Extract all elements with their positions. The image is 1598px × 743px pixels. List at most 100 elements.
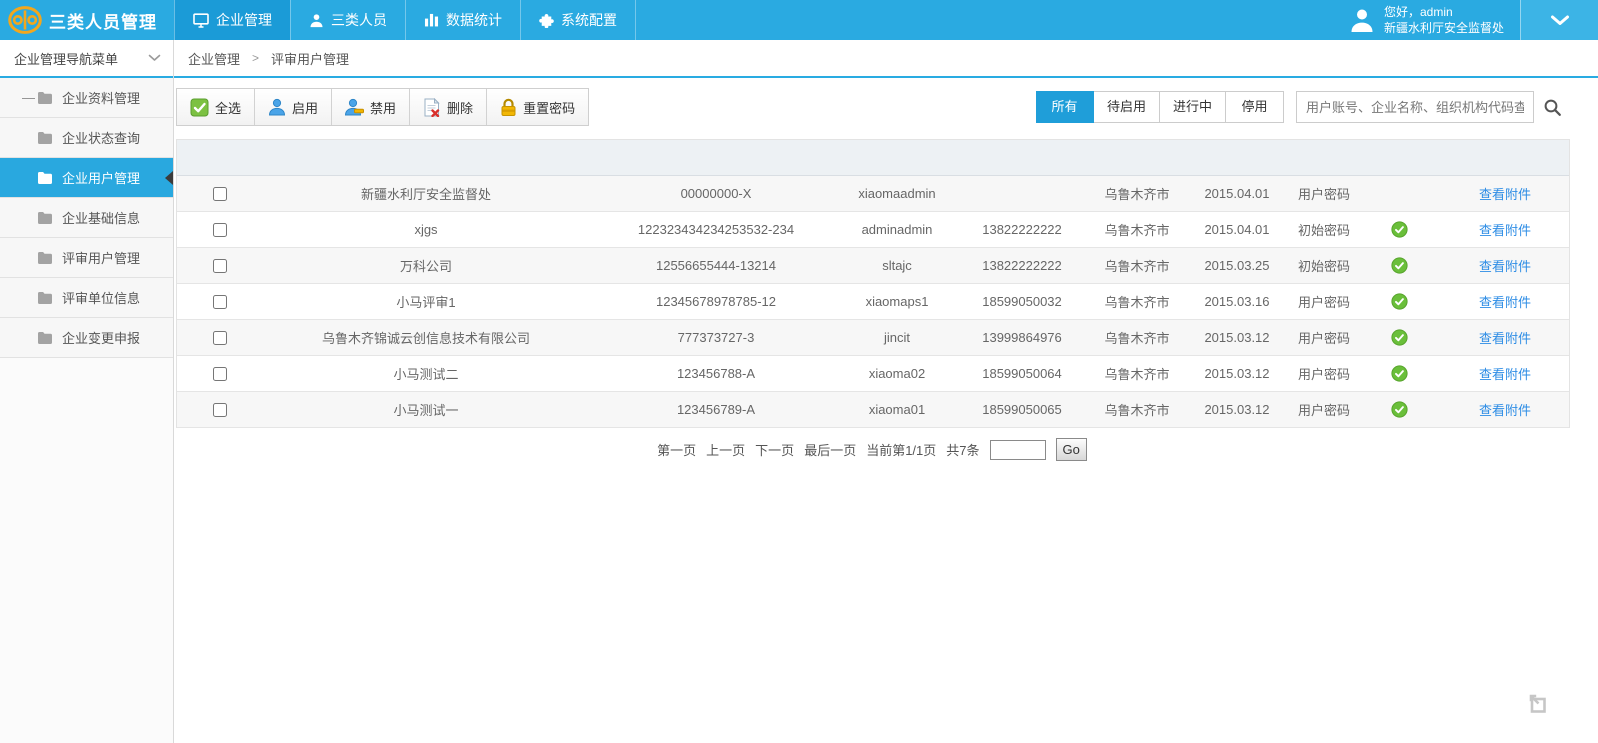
filter-tab[interactable]: 进行中 — [1160, 91, 1226, 123]
table-row: 小马测试一 123456789-A xiaoma01 18599050065 乌… — [177, 392, 1569, 428]
row-checkbox[interactable] — [213, 223, 227, 237]
sidebar-header[interactable]: 企业管理导航菜单 — [0, 40, 173, 78]
view-attachment-link[interactable]: 查看附件 — [1479, 403, 1531, 418]
folder-icon — [37, 91, 53, 104]
view-attachment-link[interactable]: 查看附件 — [1479, 331, 1531, 346]
pagination-first[interactable]: 第一页 — [657, 440, 696, 459]
toolbar-button-label: 重置密码 — [523, 98, 575, 117]
breadcrumb-current: 评审用户管理 — [271, 49, 349, 68]
filter-tab[interactable]: 停用 — [1226, 91, 1284, 123]
puzzle-icon — [539, 13, 554, 28]
top-nav-item-label: 三类人员 — [331, 10, 387, 30]
top-nav: 企业管理 三类人员 数据统计 系统配置 — [174, 0, 636, 40]
cell-pwd-status: 用户密码 — [1291, 392, 1357, 428]
pagination-total: 共7条 — [946, 440, 979, 459]
tree-expand-indicator: — — [22, 90, 37, 105]
cell-org-code: 122323434234253532-234 — [591, 212, 841, 248]
row-checkbox[interactable] — [213, 259, 227, 273]
go-button[interactable]: Go — [1056, 438, 1087, 461]
search-box — [1296, 91, 1570, 123]
user-greeting: 您好，admin — [1384, 4, 1504, 20]
cell-region: 乌鲁木齐市 — [1091, 392, 1183, 428]
table-column-header — [1357, 140, 1441, 176]
pagination-prev[interactable]: 上一页 — [706, 440, 745, 459]
toolbar-button-label: 禁用 — [370, 98, 396, 117]
toolbar-button[interactable]: 重置密码 — [487, 89, 588, 125]
collapse-corner-icon[interactable] — [1527, 692, 1548, 713]
filter-tab[interactable]: 待启用 — [1094, 91, 1160, 123]
cell-phone: 13999864976 — [953, 320, 1091, 356]
cell-phone: 13822222222 — [953, 248, 1091, 284]
table-column-header — [591, 140, 841, 176]
app-logo: 三类人员管理 — [0, 0, 174, 40]
row-checkbox[interactable] — [213, 331, 227, 345]
cell-reg-date: 2015.04.01 — [1183, 212, 1291, 248]
folder-icon — [37, 251, 53, 264]
view-attachment-link[interactable]: 查看附件 — [1479, 367, 1531, 382]
pagination-current: 当前第1/1页 — [866, 440, 936, 459]
page-number-input[interactable] — [990, 440, 1046, 460]
sidebar-item[interactable]: 企业状态查询 — [0, 118, 173, 158]
toolbar-button[interactable]: 禁用 — [332, 89, 410, 125]
view-attachment-link[interactable]: 查看附件 — [1479, 223, 1531, 238]
row-checkbox[interactable] — [213, 295, 227, 309]
topbar-right: 您好，admin 新疆水利厅安全监督处 — [1349, 0, 1598, 40]
folder-icon — [37, 171, 53, 184]
filter-tab[interactable]: 所有 — [1036, 91, 1094, 123]
table-column-header — [1091, 140, 1183, 176]
toolbar-button[interactable]: 删除 — [410, 89, 487, 125]
chevron-down-icon — [148, 54, 161, 62]
view-attachment-link[interactable]: 查看附件 — [1479, 187, 1531, 202]
registered-check-icon — [1391, 365, 1408, 382]
sidebar-item[interactable]: 企业变更申报 — [0, 318, 173, 358]
cell-org-code: 12556655444-13214 — [591, 248, 841, 284]
sidebar-item[interactable]: 企业用户管理 — [0, 158, 173, 198]
top-nav-item-label: 企业管理 — [216, 10, 272, 30]
toolbar-button[interactable]: 启用 — [255, 89, 332, 125]
table-row: 小马评审1 12345678978785-12 xiaomaps1 185990… — [177, 284, 1569, 320]
toolbar-button-label: 删除 — [447, 98, 473, 117]
cell-account: jincit — [841, 320, 953, 356]
toolbar-button[interactable]: 全选 — [177, 89, 255, 125]
registered-check-icon — [1391, 221, 1408, 238]
user-menu-toggle[interactable] — [1520, 0, 1598, 40]
table-column-header — [177, 140, 261, 176]
view-attachment-link[interactable]: 查看附件 — [1479, 295, 1531, 310]
breadcrumb-parent[interactable]: 企业管理 — [188, 49, 240, 68]
top-nav-item[interactable]: 数据统计 — [405, 0, 520, 40]
cell-reg-date: 2015.03.12 — [1183, 356, 1291, 392]
view-attachment-link[interactable]: 查看附件 — [1479, 259, 1531, 274]
cell-pwd-status: 初始密码 — [1291, 248, 1357, 284]
disable-user-icon — [345, 98, 364, 116]
sidebar-item[interactable]: 评审单位信息 — [0, 278, 173, 318]
cell-account: adminadmin — [841, 212, 953, 248]
table-column-header — [1183, 140, 1291, 176]
sidebar-item[interactable]: 企业基础信息 — [0, 198, 173, 238]
cell-reg-date: 2015.04.01 — [1183, 176, 1291, 212]
sidebar-item[interactable]: — 企业资料管理 — [0, 78, 173, 118]
user-block[interactable]: 您好，admin 新疆水利厅安全监督处 — [1349, 0, 1520, 40]
toolbar-button-label: 全选 — [215, 98, 241, 117]
cell-region: 乌鲁木齐市 — [1091, 248, 1183, 284]
pagination-next[interactable]: 下一页 — [755, 440, 794, 459]
pagination-last[interactable]: 最后一页 — [804, 440, 856, 459]
user-info: 您好，admin 新疆水利厅安全监督处 — [1384, 4, 1504, 36]
sidebar-menu: — 企业资料管理 企业状态查询 企业用户管理 企业基础信息 评审用户管理 — [0, 78, 173, 358]
row-checkbox[interactable] — [213, 187, 227, 201]
top-nav-item[interactable]: 企业管理 — [174, 0, 290, 40]
row-checkbox[interactable] — [213, 367, 227, 381]
sidebar: 企业管理导航菜单 — 企业资料管理 企业状态查询 企业用户管理 企业基础信息 — [0, 40, 174, 743]
sidebar-item[interactable]: 评审用户管理 — [0, 238, 173, 278]
cell-reg-date: 2015.03.16 — [1183, 284, 1291, 320]
folder-icon — [37, 331, 53, 344]
search-input[interactable] — [1296, 91, 1534, 123]
top-nav-item[interactable]: 系统配置 — [520, 0, 636, 40]
row-checkbox[interactable] — [213, 403, 227, 417]
search-button[interactable] — [1534, 91, 1570, 123]
toolbar-button-label: 启用 — [292, 98, 318, 117]
cell-phone: 18599050064 — [953, 356, 1091, 392]
registered-check-icon — [1391, 293, 1408, 310]
top-nav-item[interactable]: 三类人员 — [290, 0, 405, 40]
cell-org-code: 777373727-3 — [591, 320, 841, 356]
sidebar-item-label: 评审用户管理 — [62, 248, 140, 267]
